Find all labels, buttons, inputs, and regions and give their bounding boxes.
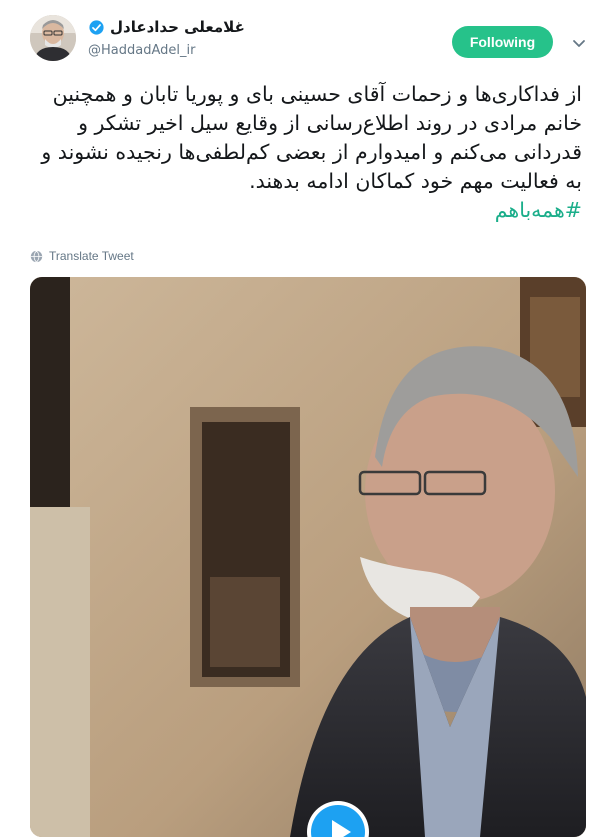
tweet-text: از فداکاری‌ها و زحمات آقای حسینی بای و پ…: [30, 80, 582, 225]
verified-badge-icon: [89, 19, 104, 35]
translate-label: Translate Tweet: [49, 249, 134, 263]
display-name[interactable]: غلامعلی حدادعادل: [88, 18, 245, 36]
play-button-icon[interactable]: [306, 800, 370, 837]
tweet-header: غلامعلی حدادعادل @HaddadAdel_ir Followin…: [0, 0, 612, 80]
user-handle[interactable]: @HaddadAdel_ir: [88, 43, 195, 58]
chevron-down-icon[interactable]: [570, 34, 588, 52]
hashtag-link[interactable]: #همه‌باهم: [30, 196, 582, 225]
globe-icon: [30, 250, 43, 263]
following-button[interactable]: Following: [452, 26, 553, 58]
translate-tweet-link[interactable]: Translate Tweet: [30, 249, 134, 263]
tweet-body: از فداکاری‌ها و زحمات آقای حسینی بای و پ…: [41, 82, 582, 193]
video-media[interactable]: [30, 277, 586, 837]
display-name-text: غلامعلی حدادعادل: [110, 18, 245, 36]
avatar[interactable]: [30, 15, 76, 61]
video-thumbnail: [30, 277, 586, 837]
avatar-portrait-icon: [30, 15, 76, 61]
